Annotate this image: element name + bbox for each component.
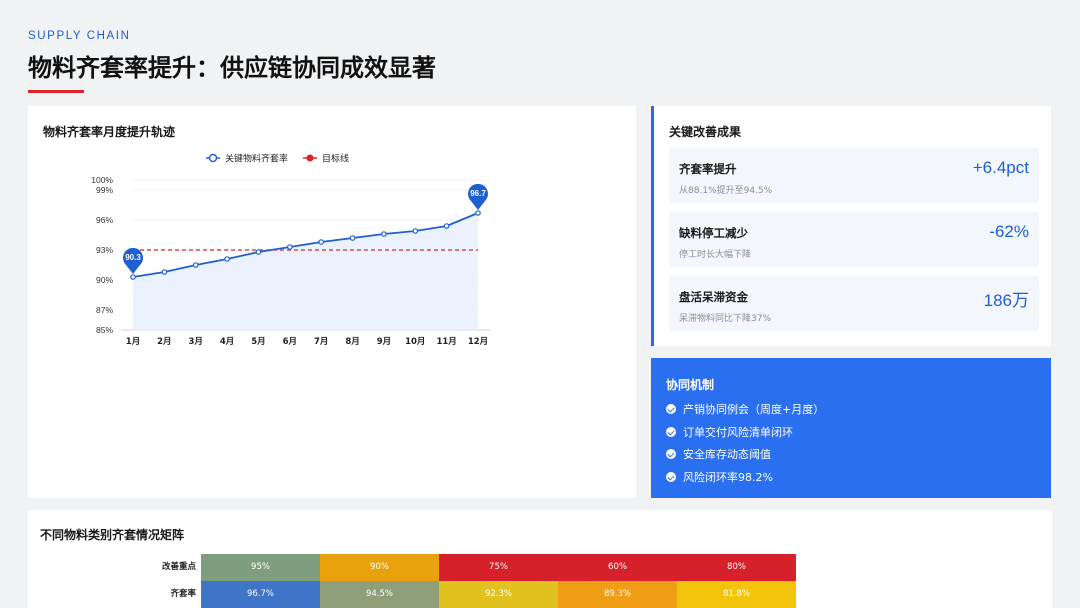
matrix-cell: 95% (201, 554, 320, 581)
x-tick-label: 9月 (377, 337, 391, 347)
result-value: -62% (989, 222, 1029, 241)
y-tick-label: 96% (96, 215, 113, 225)
x-tick-label: 2月 (157, 337, 171, 347)
result-subtext: 从88.1%提升至94.5% (679, 186, 773, 196)
x-tick-label: 1月 (126, 337, 140, 347)
result-item-rate-increase: 齐套率提升 从88.1%提升至94.5% +6.4pct (669, 148, 1039, 203)
mechanism-item-text: 安全库存动态阈值 (683, 448, 771, 461)
x-tick-label: 5月 (251, 337, 265, 347)
x-tick-label: 12月 (468, 337, 488, 347)
data-point (192, 262, 199, 268)
matrix-row-label: 改善重点 (161, 562, 196, 572)
results-title: 关键改善成果 (669, 125, 742, 139)
matrix-cell: 92.3% (439, 581, 558, 608)
legend-label: 关键物料齐套率 (225, 153, 288, 165)
y-tick-label: 87% (96, 305, 113, 315)
key-results-card: 关键改善成果 齐套率提升 从88.1%提升至94.5% +6.4pct 缺料停工… (651, 106, 1051, 346)
check-circle-icon (666, 427, 676, 437)
x-tick-label: 8月 (345, 337, 359, 347)
matrix-cell: 81.8% (677, 581, 796, 608)
result-subtext: 呆滞物料同比下降37% (679, 314, 772, 324)
line-chart: 关键物料齐套率 目标线 85% 87% 90% 93% 96% 99%100% 1月 2月 3月 4月… (91, 153, 490, 347)
matrix-title: 不同物料类别齐套情况矩阵 (40, 528, 185, 542)
matrix-cell: 90% (320, 554, 439, 581)
check-circle-icon (666, 404, 676, 414)
result-label: 齐套率提升 (679, 162, 737, 176)
matrix-cell: 80% (677, 554, 796, 581)
data-point (255, 249, 262, 255)
data-point (161, 269, 168, 275)
data-point (475, 210, 481, 216)
data-point (130, 274, 136, 280)
mechanism-item-text: 产销协同例会（周度+月度） (683, 403, 825, 416)
annotation-label: 90.3 (125, 253, 141, 262)
category-matrix-card: 不同物料类别齐套情况矩阵 改善重点 95% 90% 75% 60% 80% 齐套率 96.7%… (28, 510, 1052, 608)
y-tick-label: 100% (91, 175, 113, 185)
matrix-cell: 75% (439, 554, 558, 581)
check-circle-icon (666, 472, 676, 482)
x-tick-label: 7月 (314, 337, 328, 347)
y-tick-label: 90% (96, 275, 113, 285)
data-point (381, 231, 387, 237)
mechanism-item: 安全库存动态阈值 (666, 446, 771, 462)
y-tick-label: 99% (96, 185, 113, 195)
result-label: 盘活呆滞资金 (679, 290, 748, 304)
matrix-row-label: 齐套率 (170, 589, 196, 599)
mechanism-item: 风险闭环率98.2% (666, 469, 773, 485)
result-item-downtime-reduction: 缺料停工减少 停工时长大幅下降 -62% (669, 212, 1039, 267)
matrix-cell: 96.7% (201, 581, 320, 608)
y-tick-label: 93% (96, 245, 113, 255)
legend-marker-swatch (306, 154, 314, 162)
legend-label: 目标线 (322, 153, 349, 165)
page-title: 物料齐套率提升：供应链协同成效显著 (28, 54, 436, 82)
matrix-cell: 60% (558, 554, 677, 581)
data-point (412, 228, 419, 234)
mechanism-item-text: 风险闭环率98.2% (683, 471, 773, 484)
check-circle-icon (666, 449, 676, 459)
matrix-cell: 89.3% (558, 581, 677, 608)
result-value: +6.4pct (972, 158, 1029, 177)
data-point (287, 244, 293, 250)
data-point (443, 223, 450, 229)
x-tick-label: 10月 (405, 337, 425, 347)
x-tick-label: 4月 (220, 337, 234, 347)
series-area (133, 213, 478, 330)
matrix-cell: 94.5% (320, 581, 439, 608)
y-tick-label: 85% (96, 325, 113, 335)
mechanism-item: 订单交付风险清单闭环 (666, 424, 793, 440)
title-underline (28, 90, 84, 93)
data-point (318, 239, 324, 245)
result-label: 缺料停工减少 (679, 226, 748, 240)
section-kicker: SUPPLY CHAIN (28, 30, 131, 42)
result-subtext: 停工时长大幅下降 (679, 250, 752, 260)
legend-marker-swatch (208, 153, 218, 163)
result-item-idle-capital: 盘活呆滞资金 呆滞物料同比下降37% 186万 (669, 276, 1039, 331)
mechanism-item: 产销协同例会（周度+月度） (666, 401, 824, 417)
x-tick-label: 3月 (189, 337, 203, 347)
data-point (349, 235, 356, 241)
mechanism-card: 协同机制 产销协同例会（周度+月度） 订单交付风险清单闭环 安全库存动态阈值 风… (651, 358, 1051, 498)
x-tick-label: 6月 (283, 337, 297, 347)
mechanism-item-text: 订单交付风险清单闭环 (683, 426, 793, 439)
data-point (224, 256, 230, 262)
result-value: 186万 (983, 291, 1029, 310)
trend-chart-card: 物料齐套率月度提升轨迹 关键物料齐套率 目标线 85% 87% 90% 93% 96% 99%… (28, 106, 636, 498)
annotation-label: 96.7 (470, 189, 486, 198)
x-tick-label: 11月 (436, 337, 456, 347)
mechanism-title: 协同机制 (666, 378, 715, 392)
